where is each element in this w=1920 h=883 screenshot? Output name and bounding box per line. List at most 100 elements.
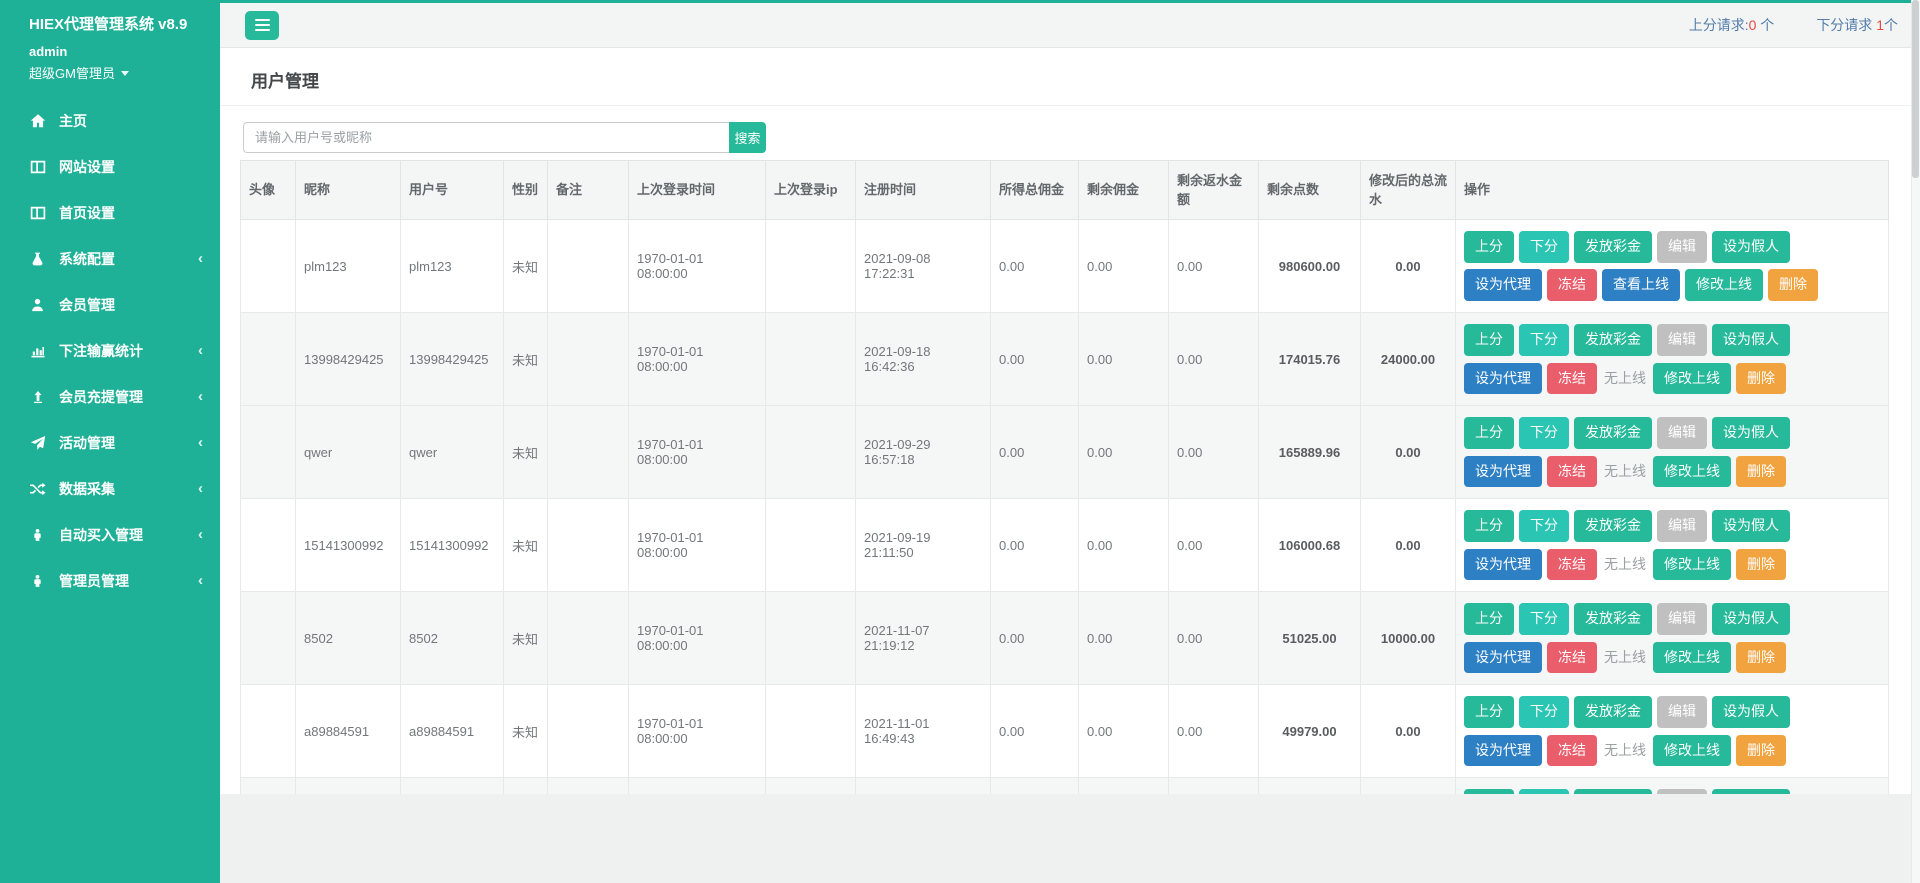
delete-button[interactable]: 删除 xyxy=(1736,642,1786,674)
points-cell: 980600.00 xyxy=(1259,220,1361,313)
table-row: 1514130099215141300992未知1970-01-01 08:00… xyxy=(241,499,1889,592)
nickname-cell: a89884591 xyxy=(296,685,401,778)
freeze-button[interactable]: 冻结 xyxy=(1547,363,1597,395)
sidebar-item-bet-stats[interactable]: 下注输赢统计‹ xyxy=(0,328,220,374)
edit-button[interactable]: 编辑 xyxy=(1657,789,1707,794)
add-points-button[interactable]: 上分 xyxy=(1464,510,1514,542)
freeze-button[interactable]: 冻结 xyxy=(1547,269,1597,301)
grant-bonus-button[interactable]: 发放彩金 xyxy=(1574,603,1652,635)
modify-upline-button[interactable]: 修改上线 xyxy=(1653,549,1731,581)
set-fake-user-button[interactable]: 设为假人 xyxy=(1712,603,1790,635)
sidebar-item-site-settings[interactable]: 网站设置 xyxy=(0,144,220,190)
edit-button[interactable]: 编辑 xyxy=(1657,231,1707,263)
add-points-button[interactable]: 上分 xyxy=(1464,231,1514,263)
set-agent-button[interactable]: 设为代理 xyxy=(1464,642,1542,674)
set-agent-button[interactable]: 设为代理 xyxy=(1464,363,1542,395)
grant-bonus-button[interactable]: 发放彩金 xyxy=(1574,789,1652,794)
delete-button[interactable]: 删除 xyxy=(1736,549,1786,581)
set-fake-user-button[interactable]: 设为假人 xyxy=(1712,789,1790,794)
freeze-button[interactable]: 冻结 xyxy=(1547,735,1597,767)
deduct-points-button[interactable]: 下分 xyxy=(1519,696,1569,728)
actions-cell: 上分下分发放彩金编辑设为假人设为代理冻结查看上线修改上线删除 xyxy=(1456,220,1889,313)
search-button[interactable]: 搜索 xyxy=(729,122,766,153)
modify-upline-button[interactable]: 修改上线 xyxy=(1685,269,1763,301)
sidebar-toggle-button[interactable] xyxy=(245,11,279,40)
sidebar-item-activity[interactable]: 活动管理‹ xyxy=(0,420,220,466)
sidebar-item-homepage-settings[interactable]: 首页设置 xyxy=(0,190,220,236)
set-fake-user-button[interactable]: 设为假人 xyxy=(1712,510,1790,542)
freeze-button[interactable]: 冻结 xyxy=(1547,549,1597,581)
edit-button[interactable]: 编辑 xyxy=(1657,696,1707,728)
deduct-points-button[interactable]: 下分 xyxy=(1519,603,1569,635)
register-time-cell: 2021-09-08 17:22:31 xyxy=(856,220,991,313)
set-agent-button[interactable]: 设为代理 xyxy=(1464,456,1542,488)
delete-button[interactable]: 删除 xyxy=(1736,363,1786,395)
edit-button[interactable]: 编辑 xyxy=(1657,324,1707,356)
grant-bonus-button[interactable]: 发放彩金 xyxy=(1574,231,1652,263)
modify-upline-button[interactable]: 修改上线 xyxy=(1653,735,1731,767)
add-points-button[interactable]: 上分 xyxy=(1464,696,1514,728)
set-agent-button[interactable]: 设为代理 xyxy=(1464,269,1542,301)
site-window-icon xyxy=(29,159,46,175)
edit-button[interactable]: 编辑 xyxy=(1657,417,1707,449)
freeze-button[interactable]: 冻结 xyxy=(1547,456,1597,488)
search-bar: 搜索 xyxy=(243,122,1920,153)
add-points-button[interactable]: 上分 xyxy=(1464,789,1514,794)
view-upline-button[interactable]: 查看上线 xyxy=(1602,269,1680,301)
account-cell: 15141300992 xyxy=(401,499,504,592)
sidebar-item-recharge-withdraw[interactable]: 会员充提管理‹ xyxy=(0,374,220,420)
set-agent-button[interactable]: 设为代理 xyxy=(1464,549,1542,581)
sidebar-item-home[interactable]: 主页 xyxy=(0,98,220,144)
down-score-request-link[interactable]: 下分请求 1个 xyxy=(1816,15,1898,35)
deduct-points-button[interactable]: 下分 xyxy=(1519,417,1569,449)
set-fake-user-button[interactable]: 设为假人 xyxy=(1712,696,1790,728)
column-header: 注册时间 xyxy=(856,161,991,220)
modify-upline-button[interactable]: 修改上线 xyxy=(1653,456,1731,488)
remark-cell xyxy=(548,778,629,795)
last-login-time-cell: 1970-01-01 08:00:00 xyxy=(629,499,766,592)
sidebar-item-system-config[interactable]: 系统配置‹ xyxy=(0,236,220,282)
search-input[interactable] xyxy=(243,122,729,153)
deduct-points-button[interactable]: 下分 xyxy=(1519,324,1569,356)
actions-cell: 上分下分发放彩金编辑设为假人设为代理冻结无上线修改上线删除 xyxy=(1456,406,1889,499)
delete-button[interactable]: 删除 xyxy=(1768,269,1818,301)
set-fake-user-button[interactable]: 设为假人 xyxy=(1712,417,1790,449)
last-login-ip-cell xyxy=(766,685,856,778)
total-commission-cell: 0.00 xyxy=(991,499,1079,592)
modify-upline-button[interactable]: 修改上线 xyxy=(1653,363,1731,395)
sidebar-item-member-management[interactable]: 会员管理 xyxy=(0,282,220,328)
edit-button[interactable]: 编辑 xyxy=(1657,603,1707,635)
actions-cell: 上分下分发放彩金编辑设为假人设为代理冻结无上线修改上线删除 xyxy=(1456,685,1889,778)
add-points-button[interactable]: 上分 xyxy=(1464,417,1514,449)
scrollbar-thumb[interactable] xyxy=(1912,0,1919,178)
deduct-points-button[interactable]: 下分 xyxy=(1519,510,1569,542)
table-row: 上分下分发放彩金编辑设为假人设为代理冻结无上线修改上线删除 xyxy=(241,778,1889,795)
add-points-button[interactable]: 上分 xyxy=(1464,324,1514,356)
column-header: 昵称 xyxy=(296,161,401,220)
up-score-request-link[interactable]: 上分请求:0 个 xyxy=(1689,15,1775,35)
last-login-time-cell: 1970-01-01 08:00:00 xyxy=(629,313,766,406)
deduct-points-button[interactable]: 下分 xyxy=(1519,231,1569,263)
set-agent-button[interactable]: 设为代理 xyxy=(1464,735,1542,767)
edit-button[interactable]: 编辑 xyxy=(1657,510,1707,542)
grant-bonus-button[interactable]: 发放彩金 xyxy=(1574,324,1652,356)
deduct-points-button[interactable]: 下分 xyxy=(1519,789,1569,794)
set-fake-user-button[interactable]: 设为假人 xyxy=(1712,231,1790,263)
sidebar-item-admin-management[interactable]: 管理员管理‹ xyxy=(0,558,220,604)
grant-bonus-button[interactable]: 发放彩金 xyxy=(1574,417,1652,449)
grant-bonus-button[interactable]: 发放彩金 xyxy=(1574,696,1652,728)
sidebar-item-data-collection[interactable]: 数据采集‹ xyxy=(0,466,220,512)
set-fake-user-button[interactable]: 设为假人 xyxy=(1712,324,1790,356)
modified-flow-cell: 24000.00 xyxy=(1361,313,1456,406)
scrollbar-track[interactable] xyxy=(1911,0,1920,883)
column-header: 备注 xyxy=(548,161,629,220)
delete-button[interactable]: 删除 xyxy=(1736,456,1786,488)
sidebar-item-auto-buy[interactable]: 自动买入管理‹ xyxy=(0,512,220,558)
modify-upline-button[interactable]: 修改上线 xyxy=(1653,642,1731,674)
grant-bonus-button[interactable]: 发放彩金 xyxy=(1574,510,1652,542)
user-role-dropdown[interactable]: 超级GM管理员 xyxy=(29,63,220,82)
freeze-button[interactable]: 冻结 xyxy=(1547,642,1597,674)
add-points-button[interactable]: 上分 xyxy=(1464,603,1514,635)
delete-button[interactable]: 删除 xyxy=(1736,735,1786,767)
remark-cell xyxy=(548,685,629,778)
